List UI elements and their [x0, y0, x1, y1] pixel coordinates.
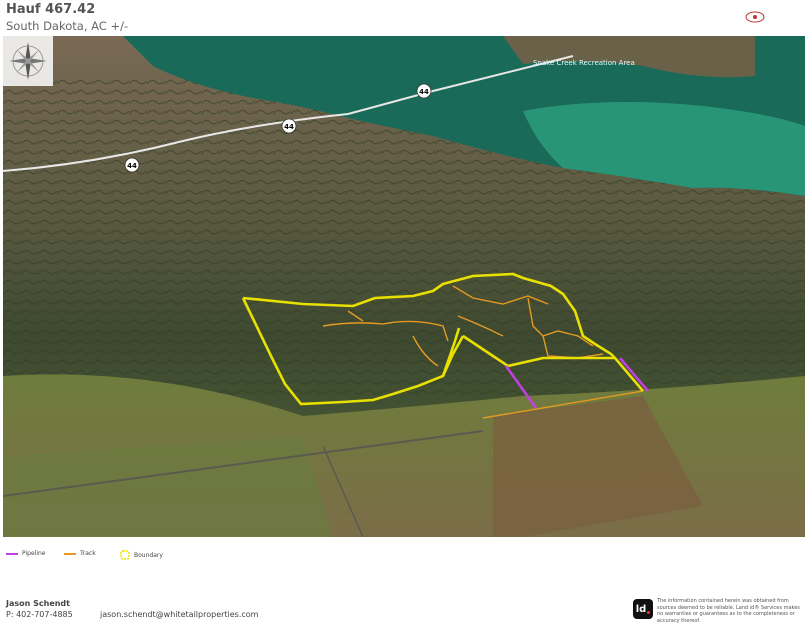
legend-item-pipeline: Pipeline — [6, 550, 45, 557]
svg-text:44: 44 — [127, 162, 137, 170]
disclaimer-text: The information contained herein was obt… — [657, 598, 800, 624]
recreation-area-label: Snake Creek Recreation Area — [533, 59, 635, 67]
agent-name: Jason Schendt — [6, 599, 70, 608]
landid-logo-icon: ld — [633, 599, 653, 619]
aerial-map[interactable]: 44 44 44 Snake Creek Recreation Area — [3, 36, 805, 537]
agent-email[interactable]: jason.schendt@whitetailproperties.com — [100, 610, 258, 619]
boundary-swatch-icon — [120, 550, 130, 560]
highway-shield: 44 — [124, 157, 140, 173]
map-canvas: 44 44 44 Snake Creek Recreation Area — [3, 36, 805, 537]
map-subtitle: South Dakota, AC +/- — [6, 19, 129, 33]
highway-shield: 44 — [281, 118, 297, 134]
legend-label: Track — [80, 550, 96, 557]
map-legend: Pipeline Track Boundary — [0, 550, 808, 564]
highway-shield: 44 — [416, 83, 432, 99]
brand-logo-icon — [745, 11, 765, 23]
legend-item-track: Track — [64, 550, 96, 557]
agent-phone: P: 402-707-4885 — [6, 610, 73, 619]
pipeline-swatch-icon — [6, 552, 18, 555]
map-title: Hauf 467.42 — [6, 2, 96, 17]
svg-text:44: 44 — [419, 88, 429, 96]
svg-text:44: 44 — [284, 123, 294, 131]
compass-rose-icon — [3, 36, 53, 86]
track-swatch-icon — [64, 552, 76, 555]
legend-label: Boundary — [134, 551, 163, 559]
legend-item-boundary: Boundary — [120, 550, 163, 560]
legend-label: Pipeline — [22, 550, 46, 557]
